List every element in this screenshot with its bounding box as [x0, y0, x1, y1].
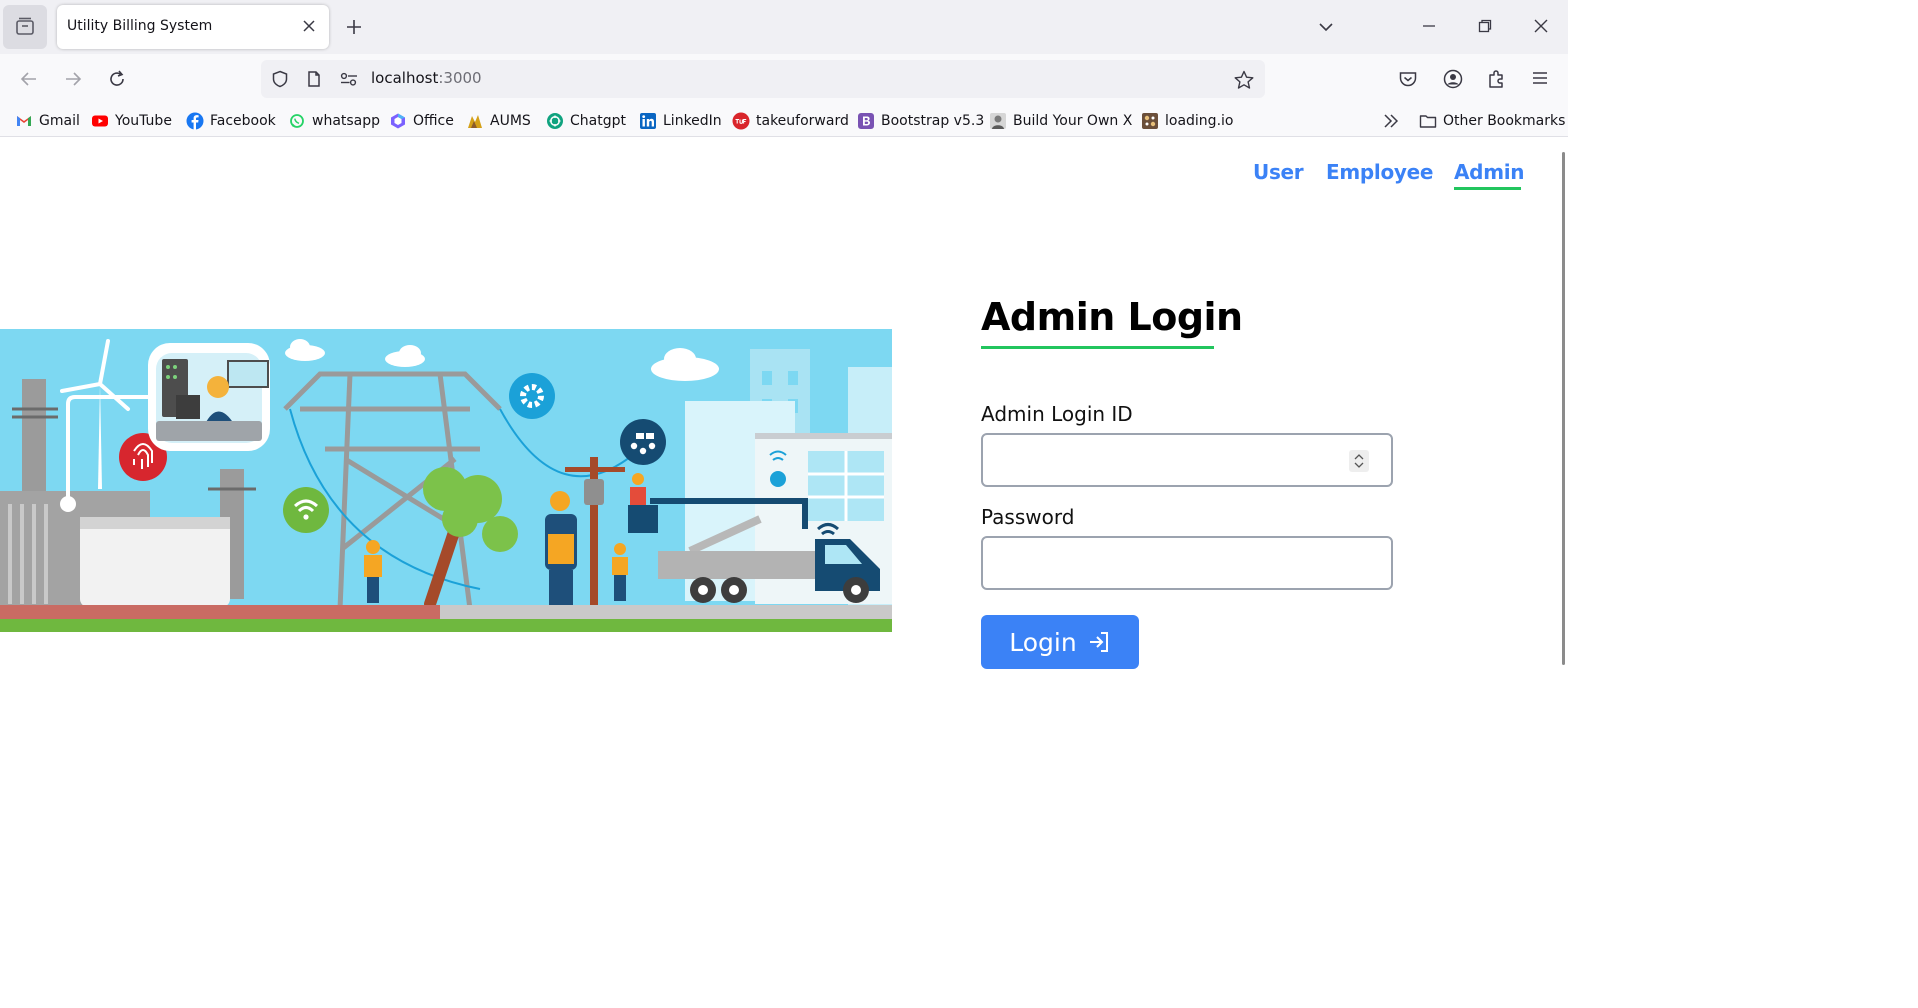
address-bar[interactable]: localhost:3000 [261, 60, 1265, 98]
back-arrow-icon[interactable] [18, 68, 40, 90]
admin-id-label: Admin Login ID [981, 402, 1133, 426]
extensions-puzzle-icon[interactable] [1486, 68, 1508, 90]
tab-title: Utility Billing System [67, 18, 213, 34]
hamburger-menu-icon[interactable] [1530, 68, 1550, 88]
loading-io-icon [1142, 113, 1158, 129]
nav-link-employee[interactable]: Employee [1326, 160, 1433, 184]
login-button[interactable]: Login [981, 615, 1139, 669]
login-arrow-icon [1089, 632, 1108, 652]
build-your-own-x-icon [990, 113, 1006, 129]
browser-tab-active[interactable]: Utility Billing System [57, 5, 329, 49]
url-text[interactable]: localhost:3000 [371, 69, 482, 87]
permissions-icon[interactable] [339, 70, 359, 88]
forward-arrow-icon[interactable] [62, 68, 84, 90]
bookmark-whatsapp[interactable]: whatsapp [288, 111, 380, 131]
page-scrollbar[interactable] [1562, 152, 1565, 665]
takeuforward-icon [732, 112, 750, 130]
tab-overview-button[interactable] [3, 5, 47, 49]
new-tab-icon[interactable] [344, 17, 364, 37]
youtube-icon [92, 115, 108, 127]
nav-link-user[interactable]: User [1253, 160, 1304, 184]
facebook-icon [186, 112, 204, 130]
more-bookmarks-chevron-icon[interactable] [1382, 112, 1400, 130]
bookmark-youtube[interactable]: YouTube [91, 111, 172, 131]
login-button-label: Login [1009, 627, 1077, 657]
nav-link-admin[interactable]: Admin [1454, 160, 1525, 184]
chatgpt-icon [547, 113, 563, 129]
bootstrap-icon [858, 113, 874, 129]
login-title: Admin Login [981, 295, 1243, 339]
bookmark-label: takeuforward [756, 113, 849, 129]
bookmark-build-your-own-x[interactable]: Build Your Own X [989, 111, 1132, 131]
browser-toolbar: localhost:3000 [0, 54, 1568, 104]
bookmark-label: Build Your Own X [1013, 113, 1133, 129]
top-navigation: User Employee Admin [0, 138, 1568, 198]
browser-tab-bar: Utility Billing System [0, 0, 1568, 54]
number-spinner-icon[interactable] [1349, 450, 1369, 472]
bookmark-gmail[interactable]: Gmail [15, 111, 80, 131]
reload-icon[interactable] [106, 68, 128, 90]
bookmark-label: Chatgpt [570, 113, 626, 129]
bookmark-label: Office [413, 113, 454, 129]
account-icon[interactable] [1442, 68, 1464, 90]
tracking-protection-shield-icon[interactable] [271, 70, 289, 88]
utility-illustration [0, 329, 892, 632]
linkedin-icon [640, 113, 656, 129]
bookmark-takeuforward[interactable]: takeuforward [732, 111, 849, 131]
chevron-down-icon[interactable] [1317, 18, 1335, 36]
admin-id-input[interactable] [981, 433, 1393, 487]
bookmark-loading-io[interactable]: loading.io [1141, 111, 1233, 131]
bookmark-label: Bootstrap v5.3 [881, 113, 985, 129]
bookmark-chatgpt[interactable]: Chatgpt [546, 111, 626, 131]
url-host: localhost [371, 69, 439, 87]
bookmark-facebook[interactable]: Facebook [186, 111, 276, 131]
page-info-icon[interactable] [305, 70, 323, 88]
minimize-icon[interactable] [1421, 18, 1437, 34]
active-nav-underline [1454, 187, 1521, 190]
pocket-icon[interactable] [1397, 68, 1419, 90]
restore-icon[interactable] [1477, 18, 1493, 34]
gmail-icon [17, 116, 31, 126]
bookmark-label: AUMS [490, 113, 531, 129]
close-tab-icon[interactable] [301, 18, 317, 34]
other-bookmarks-folder[interactable]: Other Bookmarks [1419, 111, 1565, 131]
office-icon [391, 113, 405, 129]
bookmark-label: LinkedIn [663, 113, 722, 129]
password-label: Password [981, 505, 1075, 529]
tab-overview-icon [16, 17, 34, 35]
bookmark-label: whatsapp [312, 113, 381, 129]
aums-icon [468, 115, 482, 128]
bookmark-label: Gmail [39, 113, 80, 129]
bookmark-linkedin[interactable]: LinkedIn [639, 111, 722, 131]
other-bookmarks-label: Other Bookmarks [1443, 113, 1566, 129]
bookmark-aums[interactable]: AUMS [466, 111, 531, 131]
url-port: :3000 [438, 69, 482, 87]
bookmark-label: YouTube [115, 113, 172, 129]
bookmarks-toolbar: Gmail YouTube Facebook whatsapp Office A… [0, 104, 1568, 137]
page-content: User Employee Admin Admin Login Admin Lo… [0, 138, 1568, 821]
bookmark-label: Facebook [210, 113, 276, 129]
folder-icon [1419, 115, 1437, 128]
bookmark-label: loading.io [1165, 113, 1234, 129]
password-input[interactable] [981, 536, 1393, 590]
whatsapp-icon [290, 114, 304, 128]
title-underline [981, 346, 1214, 349]
close-window-icon[interactable] [1533, 18, 1549, 34]
bookmark-office[interactable]: Office [389, 111, 454, 131]
bookmark-bootstrap[interactable]: Bootstrap v5.3 [857, 111, 984, 131]
bookmark-star-icon[interactable] [1233, 69, 1255, 91]
